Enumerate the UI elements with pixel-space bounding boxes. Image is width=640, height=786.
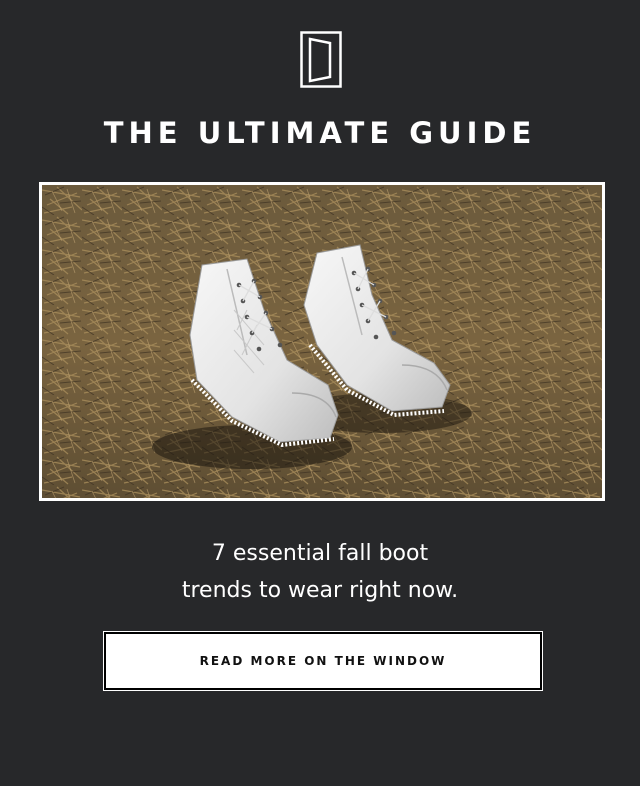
hero-image[interactable] <box>39 182 605 501</box>
caption-line-1: 7 essential fall boot <box>211 541 429 566</box>
page-title: THE ULTIMATE GUIDE <box>103 116 537 150</box>
read-more-button[interactable]: READ MORE ON THE WINDOW <box>104 632 542 690</box>
caption-line-2: trends to wear right now. <box>181 578 459 603</box>
article-caption: 7 essential fall boot trends to wear rig… <box>0 535 640 609</box>
read-more-button-label: READ MORE ON THE WINDOW <box>199 654 447 668</box>
door-logo-icon <box>300 31 342 88</box>
boots-photo <box>42 185 602 498</box>
